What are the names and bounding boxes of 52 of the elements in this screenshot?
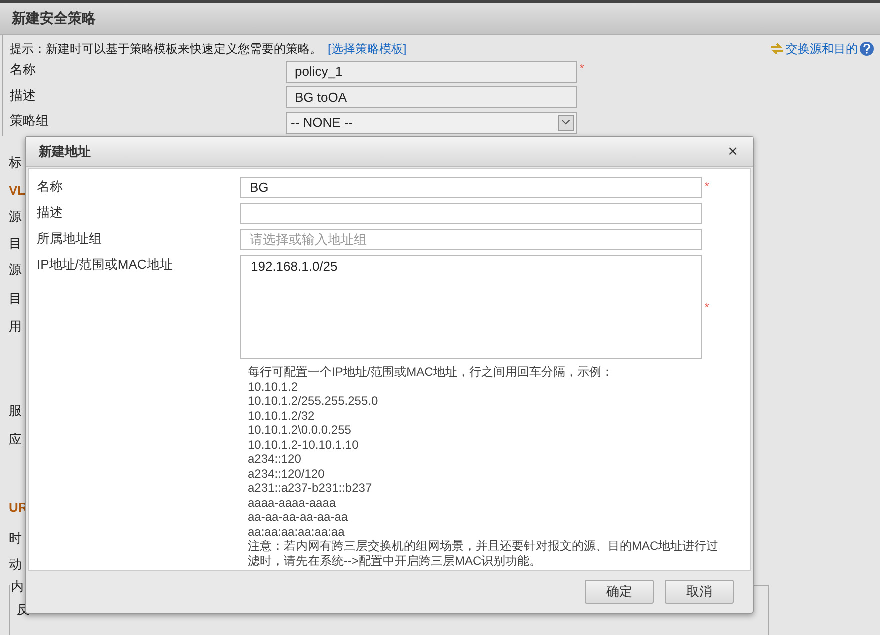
example-text: 10.10.1.2 xyxy=(248,380,300,394)
field-label: VL xyxy=(9,182,26,200)
text-field[interactable]: BG xyxy=(240,177,702,198)
field-label: 描述 xyxy=(36,204,64,222)
note-text: 注意：若内网有跨三层交换机的组网场景，并且还要针对报文的源、目的MAC地址进行过滤时，请先在系统-->配置中开启跨三层MAC识别功能。 xyxy=(248,539,720,568)
example-text: a231::a237-b231::b237 xyxy=(248,481,374,496)
example-text: aa-aa-aa-aa-aa-aa xyxy=(248,510,350,524)
field-label: 用 xyxy=(9,318,22,336)
field-label: 服 xyxy=(9,402,22,420)
swap-link[interactable]: 交换源和目的 xyxy=(786,40,858,58)
field-label: 名称 xyxy=(36,178,64,196)
field-label: 目 xyxy=(9,290,22,308)
swap-icon xyxy=(770,43,784,55)
template-link[interactable]: [选择策略模板] xyxy=(328,40,407,58)
example-text: a234::120/120 xyxy=(248,466,326,481)
example-text: 10.10.1.2-10.10.1.10 xyxy=(248,438,360,452)
field-label: 源 xyxy=(9,208,22,226)
example-text: 10.10.1.2\0.0.0.255 xyxy=(248,423,352,438)
help-icon[interactable] xyxy=(860,42,874,56)
text-field[interactable]: BG toOA xyxy=(286,86,577,108)
example-text: 10.10.1.2/255.255.255.0 xyxy=(248,394,380,408)
address-textarea[interactable]: 192.168.1.0/25 xyxy=(240,255,702,359)
close-button[interactable]: × xyxy=(728,143,738,160)
example-text: a234::120 xyxy=(248,452,302,466)
text-field[interactable] xyxy=(240,203,702,224)
help-text: 每行可配置一个IP地址/范围或MAC地址，行之间用回车分隔，示例： xyxy=(248,365,614,380)
field-label: 源 xyxy=(9,261,22,279)
example-text: aa:aa:aa:aa:aa:aa xyxy=(248,524,346,539)
tip-text: 提示：新建时可以基于策略模板来快速定义您需要的策略。 xyxy=(10,41,322,58)
field-label: 描述 xyxy=(10,86,37,104)
required-mark: * xyxy=(580,62,584,76)
policy-group-select[interactable]: -- NONE -- xyxy=(286,112,577,134)
required-mark: * xyxy=(705,301,710,316)
caret-icon xyxy=(558,114,574,131)
text-field[interactable]: policy_1 xyxy=(286,60,577,83)
field-label: 动 xyxy=(9,556,22,574)
field-label: 策略组 xyxy=(10,112,50,130)
field-label: IP地址/范围或MAC地址 xyxy=(36,256,174,274)
text-field[interactable]: 请选择或输入地址组 xyxy=(240,229,702,250)
cancel-button[interactable]: 取消 xyxy=(665,580,734,604)
confirm-button[interactable]: 确定 xyxy=(585,580,654,604)
example-text: aaaa-aaaa-aaaa xyxy=(248,496,338,510)
field-label: 名称 xyxy=(10,61,37,79)
example-text: 10.10.1.2/32 xyxy=(248,408,316,423)
field-label: 应 xyxy=(9,431,22,449)
field-label: 时 xyxy=(9,530,22,548)
field-label: 目 xyxy=(9,235,22,253)
field-label: 标 xyxy=(9,154,22,172)
page-title: 新建安全策略 xyxy=(12,9,96,28)
dialog-title: 新建地址 xyxy=(39,142,91,161)
required-mark: * xyxy=(705,180,710,195)
field-label: 所属地址组 xyxy=(36,230,103,248)
